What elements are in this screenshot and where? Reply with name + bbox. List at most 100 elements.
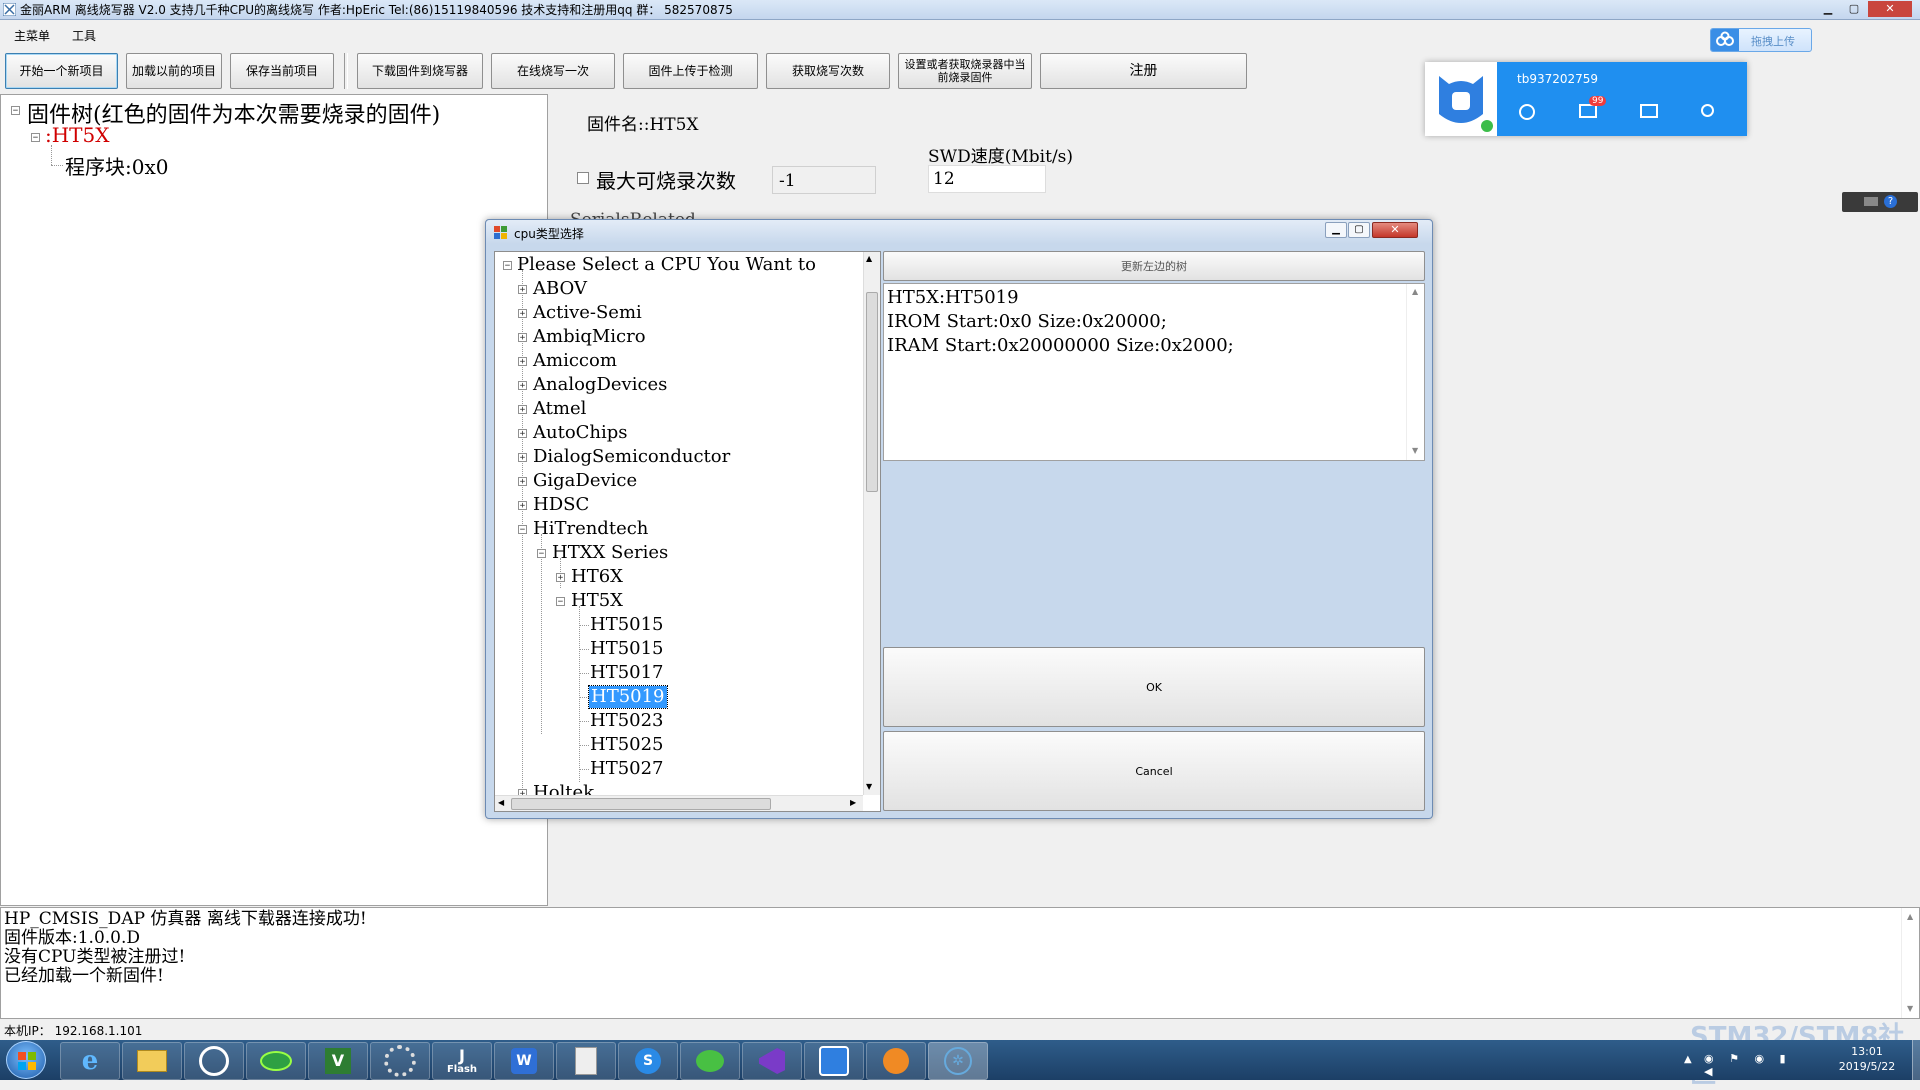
menu-main[interactable]: 主菜单 xyxy=(14,27,50,44)
get-burn-count-button[interactable]: 获取烧写次数 xyxy=(766,53,890,89)
cancel-button[interactable]: Cancel xyxy=(883,731,1425,811)
skype-icon[interactable]: S xyxy=(618,1042,678,1080)
expand-toggle-icon[interactable]: + xyxy=(518,477,527,487)
expand-toggle-icon[interactable]: + xyxy=(518,405,527,415)
collapse-toggle-icon[interactable]: − xyxy=(537,549,546,559)
cpu-tree-device[interactable]: HT5025 xyxy=(590,734,664,756)
cpu-tree-vendor[interactable]: Active-Semi xyxy=(533,302,642,324)
cpu-tree-device[interactable]: HT5015 xyxy=(590,638,664,660)
tree-vscroll-thumb[interactable] xyxy=(866,292,878,492)
cpu-tree-vendor[interactable]: HDSC xyxy=(533,494,589,516)
firmware-node[interactable]: :HT5X xyxy=(45,123,109,147)
messenger-widget[interactable]: tb937202759 99 xyxy=(1425,62,1747,136)
show-desktop-button[interactable] xyxy=(1912,1040,1920,1080)
update-tree-button[interactable]: 更新左边的树 xyxy=(883,251,1425,281)
max-burn-checkbox[interactable] xyxy=(577,172,589,184)
collapse-toggle-icon[interactable]: − xyxy=(31,133,40,143)
cpu-tree-vendor[interactable]: GigaDevice xyxy=(533,470,637,492)
wps-icon[interactable]: W xyxy=(494,1042,554,1080)
visual-studio-icon[interactable] xyxy=(742,1042,802,1080)
tree-horizontal-scrollbar[interactable]: ◀ ▶ xyxy=(495,795,863,811)
search-icon[interactable] xyxy=(1701,104,1714,117)
scroll-up-arrow-icon[interactable]: ▲ xyxy=(866,254,872,263)
set-current-firmware-button[interactable]: 设置或者获取烧录器中当前烧录固件 xyxy=(898,53,1032,89)
collapse-toggle-icon[interactable]: − xyxy=(503,261,512,271)
cpu-tree-vendor[interactable]: DialogSemiconductor xyxy=(533,446,730,468)
cpu-tree-vendor[interactable]: Amiccom xyxy=(533,350,617,372)
firmware-upload-button[interactable]: 固件上传于检测 xyxy=(623,53,758,89)
settings-gear-icon[interactable] xyxy=(370,1042,430,1080)
tree-vertical-scrollbar[interactable]: ▲ ▼ xyxy=(863,252,880,795)
collapse-toggle-icon[interactable]: − xyxy=(11,106,20,116)
cpu-tree-device[interactable]: HT5027 xyxy=(590,758,664,780)
expand-toggle-icon[interactable]: + xyxy=(518,333,527,343)
tree-hscroll-thumb[interactable] xyxy=(511,798,771,810)
cpu-tree-device[interactable]: HT5017 xyxy=(590,662,664,684)
green-app-icon[interactable] xyxy=(246,1042,306,1080)
scroll-down-arrow-icon[interactable]: ▼ xyxy=(1412,446,1418,455)
orange-app-icon[interactable] xyxy=(866,1042,926,1080)
new-project-button[interactable]: 开始一个新项目 xyxy=(5,53,118,89)
keyboard-icon[interactable] xyxy=(1864,197,1878,206)
tray-expand-icon[interactable]: ▲ xyxy=(1684,1054,1692,1065)
tray-clock[interactable]: 13:01 2019/5/22 xyxy=(1822,1044,1912,1074)
collapse-toggle-icon[interactable]: − xyxy=(556,597,565,607)
folder-icon[interactable] xyxy=(122,1042,182,1080)
scroll-up-arrow-icon[interactable]: ▲ xyxy=(1907,912,1913,921)
register-button[interactable]: 注册 xyxy=(1040,53,1247,89)
floating-toolbar[interactable]: ? xyxy=(1842,192,1918,212)
maximize-button[interactable]: ▢ xyxy=(1842,1,1866,17)
cpu-tree-vendor[interactable]: ABOV xyxy=(533,278,587,300)
expand-toggle-icon[interactable]: + xyxy=(556,573,565,583)
cpu-tree-vendor[interactable]: AnalogDevices xyxy=(533,374,667,396)
cpu-tree-vendor[interactable]: Atmel xyxy=(533,398,586,420)
scroll-left-arrow-icon[interactable]: ◀ xyxy=(498,798,504,807)
cpu-tree-vendor[interactable]: AutoChips xyxy=(533,422,628,444)
cpu-tree-root[interactable]: Please Select a CPU You Want to xyxy=(517,254,863,276)
start-button[interactable] xyxy=(6,1041,46,1079)
collapse-toggle-icon[interactable]: − xyxy=(518,525,527,535)
wechat-icon[interactable] xyxy=(680,1042,740,1080)
scroll-down-arrow-icon[interactable]: ▼ xyxy=(1907,1004,1913,1013)
expand-toggle-icon[interactable]: + xyxy=(518,429,527,439)
cpu-tree-vendor[interactable]: HiTrendtech xyxy=(533,518,648,540)
swd-speed-input[interactable]: 12 xyxy=(928,165,1046,193)
cpu-tree-series[interactable]: HTXX Series xyxy=(552,542,668,564)
expand-toggle-icon[interactable]: + xyxy=(518,309,527,319)
minimize-button[interactable]: ▁ xyxy=(1816,1,1840,17)
download-firmware-button[interactable]: 下载固件到烧写器 xyxy=(357,53,483,89)
expand-toggle-icon[interactable]: + xyxy=(518,453,527,463)
dialog-close-button[interactable]: ✕ xyxy=(1372,222,1418,238)
jflash-icon[interactable]: J Flash xyxy=(432,1042,492,1080)
info-vertical-scrollbar[interactable]: ▲ ▼ xyxy=(1406,284,1424,460)
log-vertical-scrollbar[interactable]: ▲ ▼ xyxy=(1901,908,1919,1018)
ie-icon[interactable]: e xyxy=(60,1042,120,1080)
scroll-down-arrow-icon[interactable]: ▼ xyxy=(866,782,872,791)
scroll-right-arrow-icon[interactable]: ▶ xyxy=(850,798,856,807)
mail-icon[interactable] xyxy=(1579,104,1597,118)
expand-toggle-icon[interactable]: + xyxy=(518,381,527,391)
cpu-tree-device[interactable]: HT5015 xyxy=(590,614,664,636)
load-project-button[interactable]: 加载以前的项目 xyxy=(126,53,222,89)
cpu-tree-vendor[interactable]: AmbiqMicro xyxy=(533,326,646,348)
scroll-up-arrow-icon[interactable]: ▲ xyxy=(1412,287,1418,296)
cpu-tree-device[interactable]: HT5023 xyxy=(590,710,664,732)
upload-widget[interactable]: 拖拽上传 xyxy=(1710,28,1812,52)
max-burn-input[interactable]: -1 xyxy=(772,166,876,194)
status-icon[interactable] xyxy=(1519,104,1535,120)
document-icon[interactable] xyxy=(556,1042,616,1080)
program-block-node[interactable]: 程序块:0x0 xyxy=(65,151,168,180)
expand-toggle-icon[interactable]: + xyxy=(518,501,527,511)
dialog-maximize-button[interactable]: ▢ xyxy=(1348,222,1370,238)
expand-toggle-icon[interactable]: + xyxy=(518,285,527,295)
save-project-button[interactable]: 保存当前项目 xyxy=(230,53,334,89)
active-app-icon[interactable]: ✲ xyxy=(928,1042,988,1080)
messenger-taskbar-icon[interactable] xyxy=(804,1042,864,1080)
keil-icon[interactable]: V xyxy=(308,1042,368,1080)
cpu-tree-device-selected[interactable]: HT5019 xyxy=(588,685,668,709)
tray-icons[interactable]: ◉ ⚑ ◉ ▮ ◀ xyxy=(1704,1052,1814,1078)
help-icon[interactable]: ? xyxy=(1884,195,1897,208)
cloud-drive-icon[interactable] xyxy=(184,1042,244,1080)
dialog-minimize-button[interactable]: ▁ xyxy=(1325,222,1347,238)
menu-tools[interactable]: 工具 xyxy=(72,27,96,44)
